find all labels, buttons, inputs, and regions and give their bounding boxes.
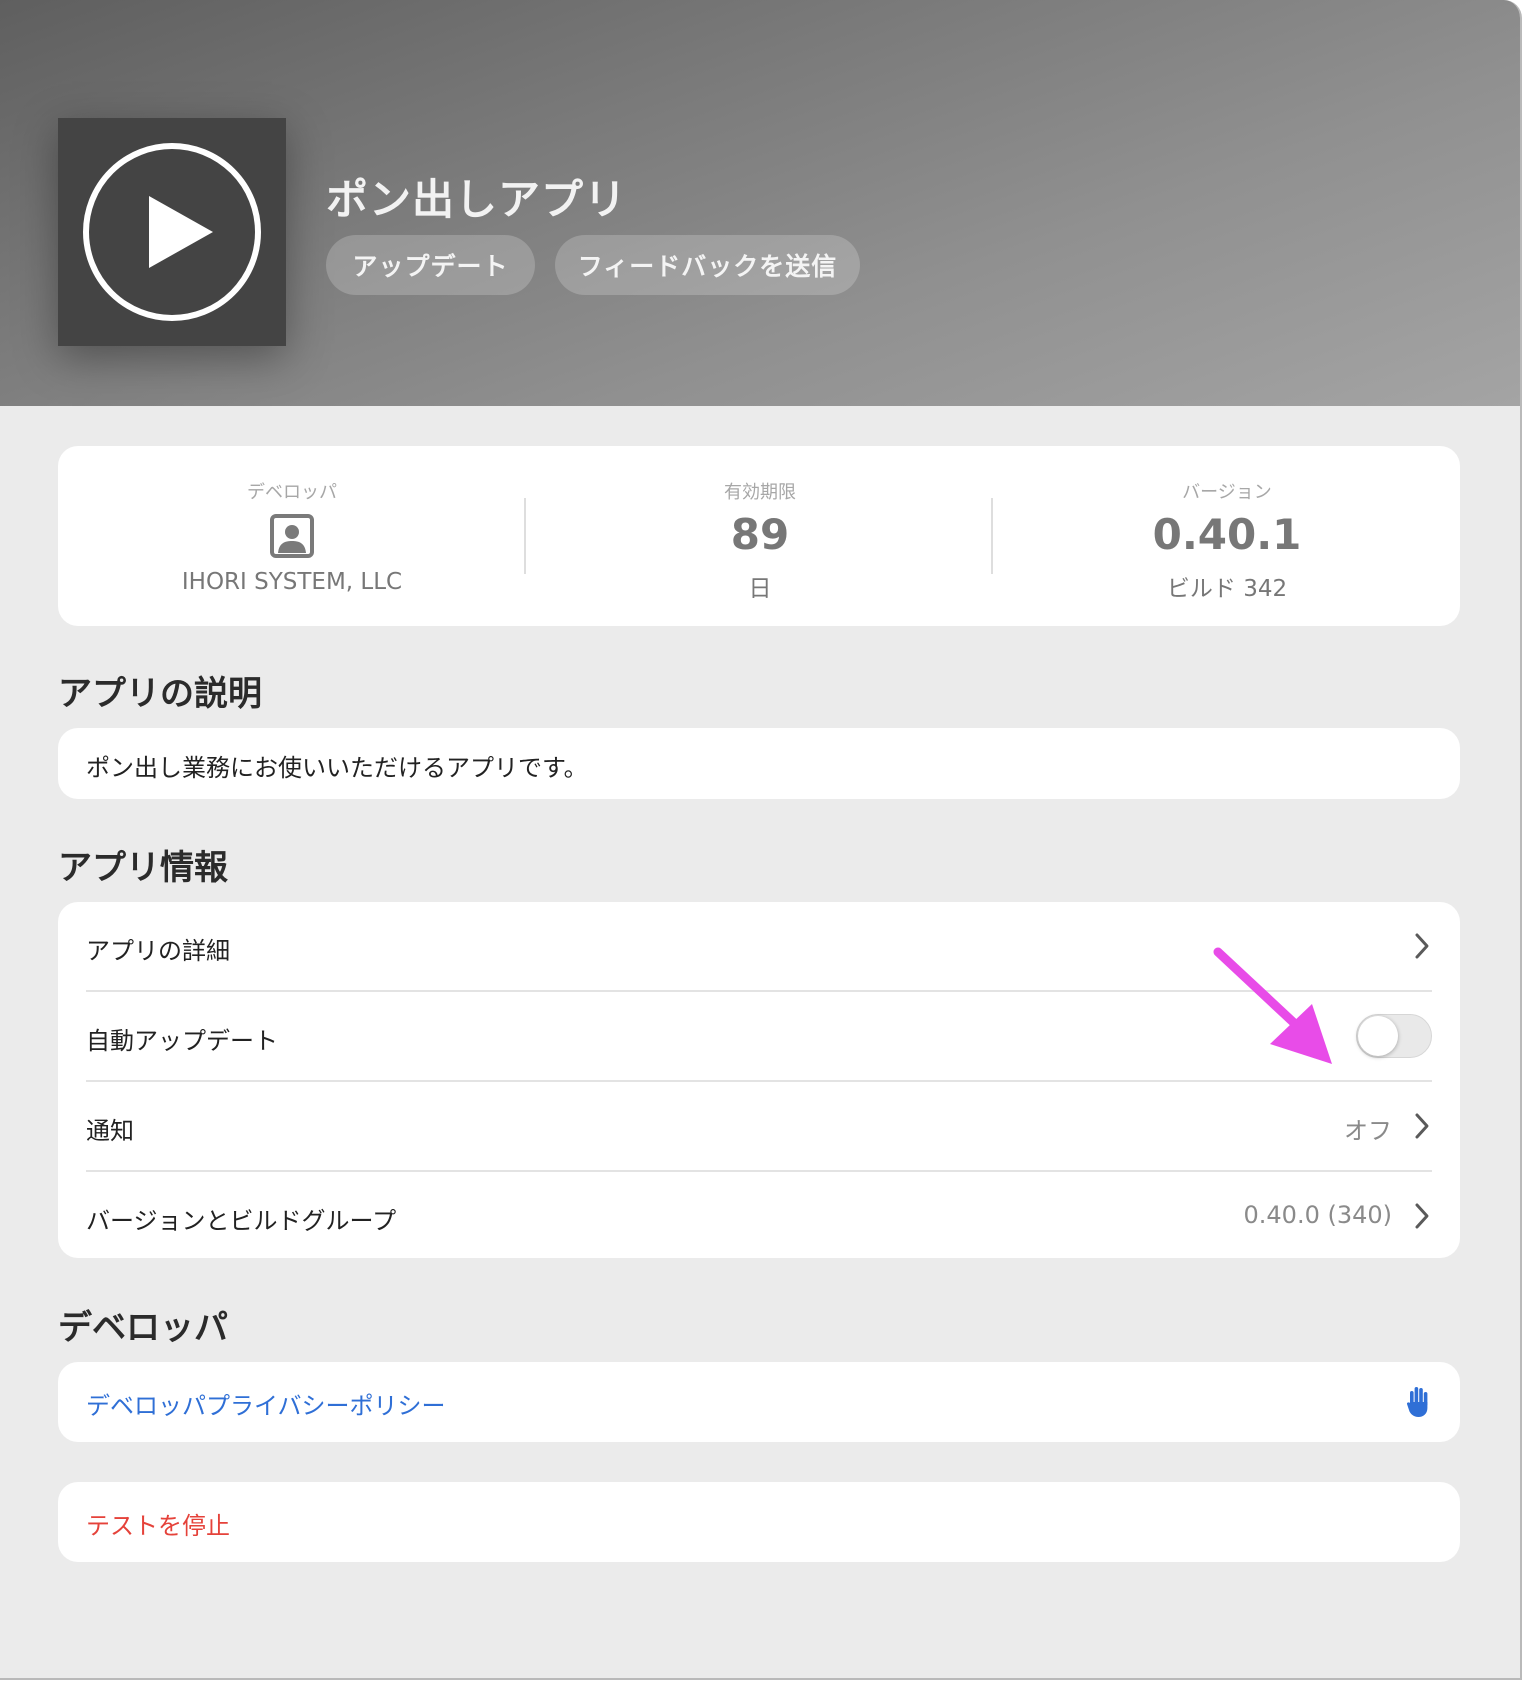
app-stats-card: デベロッパ IHORI SYSTEM, LLC 有効期限 89 日 バージョン …: [58, 446, 1460, 626]
play-circle-icon: [83, 143, 261, 321]
version-stat: バージョン 0.40.1 ビルド 342: [994, 446, 1460, 626]
hand-raised-icon: [1406, 1387, 1428, 1417]
toggle-knob: [1358, 1016, 1398, 1056]
version-value: 0.40.1: [1152, 510, 1302, 559]
developer-stat: デベロッパ IHORI SYSTEM, LLC: [58, 446, 526, 626]
app-window: ポン出しアプリ アップデート フィードバックを送信 デベロッパ IHORI SY…: [0, 0, 1522, 1680]
version-stat-label: バージョン: [1182, 482, 1272, 503]
description-text: ポン出し業務にお使いいただけるアプリです。: [86, 754, 588, 782]
version-build-group-row[interactable]: バージョンとビルドグループ 0.40.0 (340): [86, 1172, 1432, 1261]
notifications-value: オフ: [1344, 1117, 1392, 1145]
chevron-right-icon: [1415, 1203, 1429, 1229]
notifications-row[interactable]: 通知 オフ: [86, 1082, 1432, 1171]
row-label: バージョンとビルドグループ: [86, 1207, 397, 1235]
developer-privacy-card[interactable]: デベロッパプライバシーポリシー: [58, 1362, 1460, 1442]
app-info-heading: アプリ情報: [58, 848, 228, 888]
app-icon: [58, 118, 286, 346]
build-group-value: 0.40.0 (340): [1243, 1201, 1393, 1229]
annotation-arrow-icon: [1213, 947, 1332, 1064]
build-number: ビルド 342: [1166, 576, 1288, 602]
row-label: アプリの詳細: [86, 937, 230, 965]
app-header: ポン出しアプリ アップデート フィードバックを送信: [0, 0, 1520, 406]
description-card: ポン出し業務にお使いいただけるアプリです。: [58, 728, 1460, 799]
chevron-right-icon: [1415, 933, 1429, 959]
chevron-right-icon: [1415, 1113, 1429, 1139]
row-label: 通知: [86, 1117, 134, 1145]
divider: [991, 498, 993, 574]
expiry-stat-label: 有効期限: [724, 482, 796, 503]
expiry-unit: 日: [748, 576, 772, 602]
developer-heading: デベロッパ: [58, 1308, 228, 1348]
send-feedback-button[interactable]: フィードバックを送信: [555, 235, 860, 295]
expiry-days-value: 89: [730, 510, 790, 559]
developer-stat-label: デベロッパ: [247, 482, 337, 503]
developer-privacy-policy-link[interactable]: デベロッパプライバシーポリシー: [86, 1386, 446, 1421]
auto-update-toggle[interactable]: [1356, 1014, 1432, 1058]
developer-name: IHORI SYSTEM, LLC: [181, 569, 403, 595]
stop-testing-button[interactable]: テストを停止: [86, 1506, 230, 1541]
person-square-icon: [270, 514, 314, 558]
app-title: ポン出しアプリ: [326, 175, 628, 224]
stop-testing-card[interactable]: テストを停止: [58, 1482, 1460, 1562]
description-heading: アプリの説明: [58, 674, 262, 714]
update-button[interactable]: アップデート: [326, 235, 535, 295]
row-label: 自動アップデート: [86, 1027, 278, 1055]
expiry-stat: 有効期限 89 日: [526, 446, 994, 626]
